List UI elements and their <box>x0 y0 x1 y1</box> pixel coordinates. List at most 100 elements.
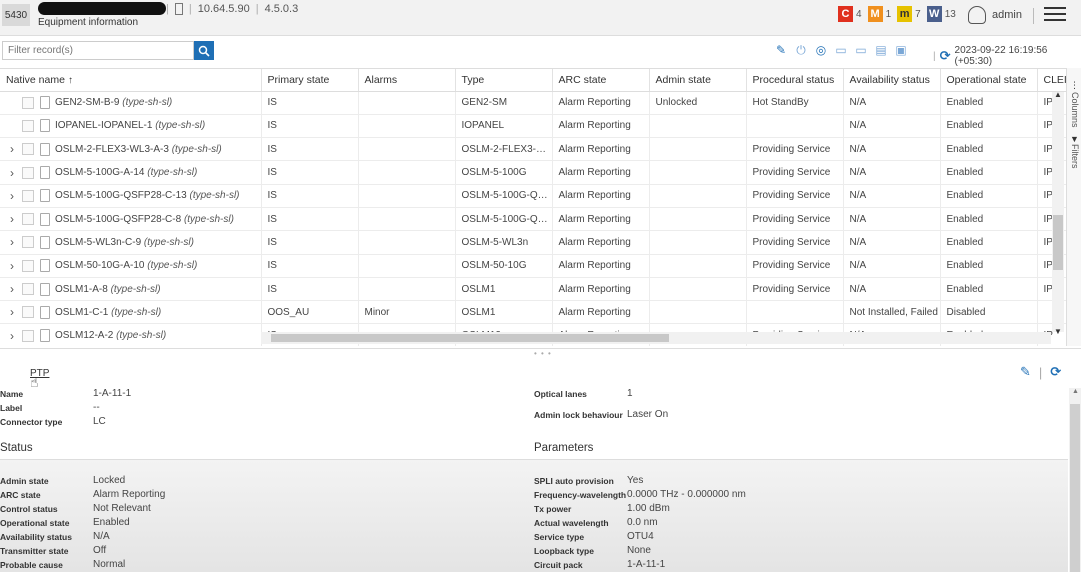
cell-native-name[interactable]: › OSLM-5-WL3n-C-9 (type-sh-sl) <box>0 230 262 255</box>
critical-alarm-count: 4 <box>856 8 862 20</box>
table-row[interactable]: › OSLM-5-100G-A-14 (type-sh-sl) IS OSLM-5-1… <box>0 160 1066 185</box>
row-checkbox[interactable] <box>22 96 34 109</box>
field-value: LC <box>93 416 106 427</box>
table-horizontal-scrollbar[interactable] <box>261 332 1051 344</box>
edit-icon[interactable]: ✎ <box>1020 364 1031 380</box>
table-row[interactable]: › OSLM1-A-8 (type-sh-sl) IS OSLM1 Alarm Repo… <box>0 277 1066 302</box>
table-row[interactable]: › OSLM-5-100G-QSFP28-C-8 (type-sh-sl) IS OS… <box>0 207 1066 232</box>
ne-id-badge[interactable]: 5430 <box>2 4 30 26</box>
table-row[interactable]: › OSLM-2-FLEX3-WL3-A-3 (type-sh-sl) IS OSLM… <box>0 137 1066 162</box>
refresh-icon[interactable]: ⟳ <box>1050 364 1061 380</box>
scroll-up-icon[interactable]: ▲ <box>1054 90 1062 99</box>
row-checkbox[interactable] <box>22 329 34 342</box>
column-header-arc-state[interactable]: ARC state <box>552 69 650 92</box>
cell-native-name[interactable]: GEN2-SM-B-9 (type-sh-sl) <box>0 91 262 115</box>
filter-input[interactable] <box>2 41 194 60</box>
scroll-down-icon[interactable]: ▼ <box>1054 327 1062 336</box>
filter-icon[interactable]: ▼ <box>1070 134 1079 144</box>
splitter-handle-icon[interactable]: • • • <box>534 349 552 358</box>
hamburger-menu-icon[interactable] <box>1044 7 1066 25</box>
expand-chevron-icon[interactable]: › <box>6 166 18 180</box>
filters-tab[interactable]: Filters <box>1070 144 1080 169</box>
cell-alarms <box>358 137 456 162</box>
cell-type: OSLM-5-100G-QSF... <box>455 184 553 208</box>
cell-procedural-status <box>746 114 844 139</box>
user-menu[interactable]: admin <box>968 6 1022 24</box>
row-checkbox[interactable] <box>22 166 34 179</box>
column-header-native-name[interactable]: Native name ↑ <box>0 69 262 92</box>
search-button[interactable] <box>194 41 214 60</box>
row-checkbox[interactable] <box>22 119 34 132</box>
columns-icon[interactable]: ⋮⋮ <box>1070 80 1081 91</box>
cell-native-name[interactable]: › OSLM12-A-2 (type-sh-sl) <box>0 323 262 346</box>
table-row[interactable]: IOPANEL-IOPANEL-1 (type-sh-sl) IS IOPANEL A… <box>0 114 1066 139</box>
native-name-type: (type-sh-sl) <box>116 330 167 342</box>
cell-primary-state: IS <box>261 137 359 162</box>
cell-type: OSLM-5-100G <box>455 160 553 185</box>
column-header-type[interactable]: Type <box>455 69 553 92</box>
expand-chevron-icon[interactable]: › <box>6 212 18 226</box>
comment-icon[interactable]: ▭ <box>834 43 848 57</box>
scrollbar-thumb[interactable] <box>271 334 669 342</box>
expand-chevron-icon[interactable]: › <box>6 282 18 296</box>
row-checkbox[interactable] <box>22 143 34 156</box>
expand-chevron-icon[interactable]: › <box>6 259 18 273</box>
cell-native-name[interactable]: › OSLM1-C-1 (type-sh-sl) <box>0 300 262 325</box>
cell-native-name[interactable]: › OSLM1-A-8 (type-sh-sl) <box>0 277 262 302</box>
minor-alarm-badge[interactable]: m <box>897 6 913 22</box>
expand-chevron-icon[interactable]: › <box>6 329 18 343</box>
table-vertical-scrollbar[interactable]: ▲ ▼ <box>1052 90 1064 336</box>
major-alarm-badge[interactable]: M <box>867 6 883 22</box>
equipment-table: Native name ↑ Primary state Alarms Type A… <box>0 68 1066 346</box>
cell-native-name[interactable]: › OSLM-5-100G-QSFP28-C-8 (type-sh-sl) <box>0 207 262 232</box>
columns-tab[interactable]: Columns <box>1070 92 1080 128</box>
row-checkbox[interactable] <box>22 189 34 202</box>
table-row[interactable]: › OSLM-50-10G-A-10 (type-sh-sl) IS OSLM-50-… <box>0 254 1066 278</box>
field-value: Not Relevant <box>93 503 151 514</box>
scroll-up-icon[interactable]: ▲ <box>1072 388 1079 395</box>
row-checkbox[interactable] <box>22 259 34 272</box>
pane-splitter[interactable]: • • • <box>0 348 1081 358</box>
cell-native-name[interactable]: IOPANEL-IOPANEL-1 (type-sh-sl) <box>0 114 262 139</box>
critical-alarm-badge[interactable]: C <box>838 6 853 22</box>
column-header-primary-state[interactable]: Primary state <box>261 69 359 92</box>
table-row[interactable]: › OSLM-5-100G-QSFP28-C-13 (type-sh-sl) IS O… <box>0 184 1066 208</box>
cell-alarms <box>358 184 456 208</box>
column-header-clei[interactable]: CLEI <box>1037 69 1066 92</box>
column-header-availability-status[interactable]: Availability status <box>843 69 941 92</box>
power-icon[interactable]: ⏻ <box>794 43 808 57</box>
details-vertical-scrollbar[interactable]: ▲ <box>1069 388 1081 572</box>
cell-native-name[interactable]: › OSLM-50-10G-A-10 (type-sh-sl) <box>0 254 262 278</box>
expand-chevron-icon[interactable]: › <box>6 142 18 156</box>
cell-native-name[interactable]: › OSLM-5-100G-QSFP28-C-13 (type-sh-sl) <box>0 184 262 208</box>
row-checkbox[interactable] <box>22 306 34 319</box>
column-header-operational-state[interactable]: Operational state <box>940 69 1038 92</box>
row-checkbox[interactable] <box>22 213 34 226</box>
expand-chevron-icon[interactable]: › <box>6 235 18 249</box>
table-row[interactable]: › OSLM-5-WL3n-C-9 (type-sh-sl) IS OSLM-5-WL… <box>0 230 1066 255</box>
column-header-admin-state[interactable]: Admin state <box>649 69 747 92</box>
table-row[interactable]: GEN2-SM-B-9 (type-sh-sl) IS GEN2-SM Alarm R… <box>0 91 1066 115</box>
export-icon[interactable]: ▤ <box>874 43 888 57</box>
cell-operational-state: Enabled <box>940 160 1038 185</box>
field-value: Normal <box>93 559 126 570</box>
target-icon[interactable]: ◎ <box>814 43 828 57</box>
refresh-icon[interactable]: ⟳ <box>940 48 951 64</box>
row-checkbox[interactable] <box>22 236 34 249</box>
expand-chevron-icon[interactable]: › <box>6 305 18 319</box>
scrollbar-thumb[interactable] <box>1053 215 1063 270</box>
cell-native-name[interactable]: › OSLM-2-FLEX3-WL3-A-3 (type-sh-sl) <box>0 137 262 162</box>
cell-arc-state: Alarm Reporting <box>552 207 650 232</box>
cell-native-name[interactable]: › OSLM-5-100G-A-14 (type-sh-sl) <box>0 160 262 185</box>
expand-chevron-icon[interactable]: › <box>6 189 18 203</box>
row-checkbox[interactable] <box>22 283 34 296</box>
warning-alarm-badge[interactable]: W <box>926 6 942 22</box>
scrollbar-thumb[interactable] <box>1070 404 1080 572</box>
table-row[interactable]: › OSLM1-C-1 (type-sh-sl) OOS_AU Minor OSLM1 A… <box>0 300 1066 325</box>
schedule-icon[interactable]: ▣ <box>894 43 908 57</box>
message-icon[interactable]: ▭ <box>854 43 868 57</box>
edit-icon[interactable]: ✎ <box>774 43 788 57</box>
column-header-procedural-status[interactable]: Procedural status <box>746 69 844 92</box>
cell-admin-state <box>649 137 747 162</box>
column-header-alarms[interactable]: Alarms <box>358 69 456 92</box>
